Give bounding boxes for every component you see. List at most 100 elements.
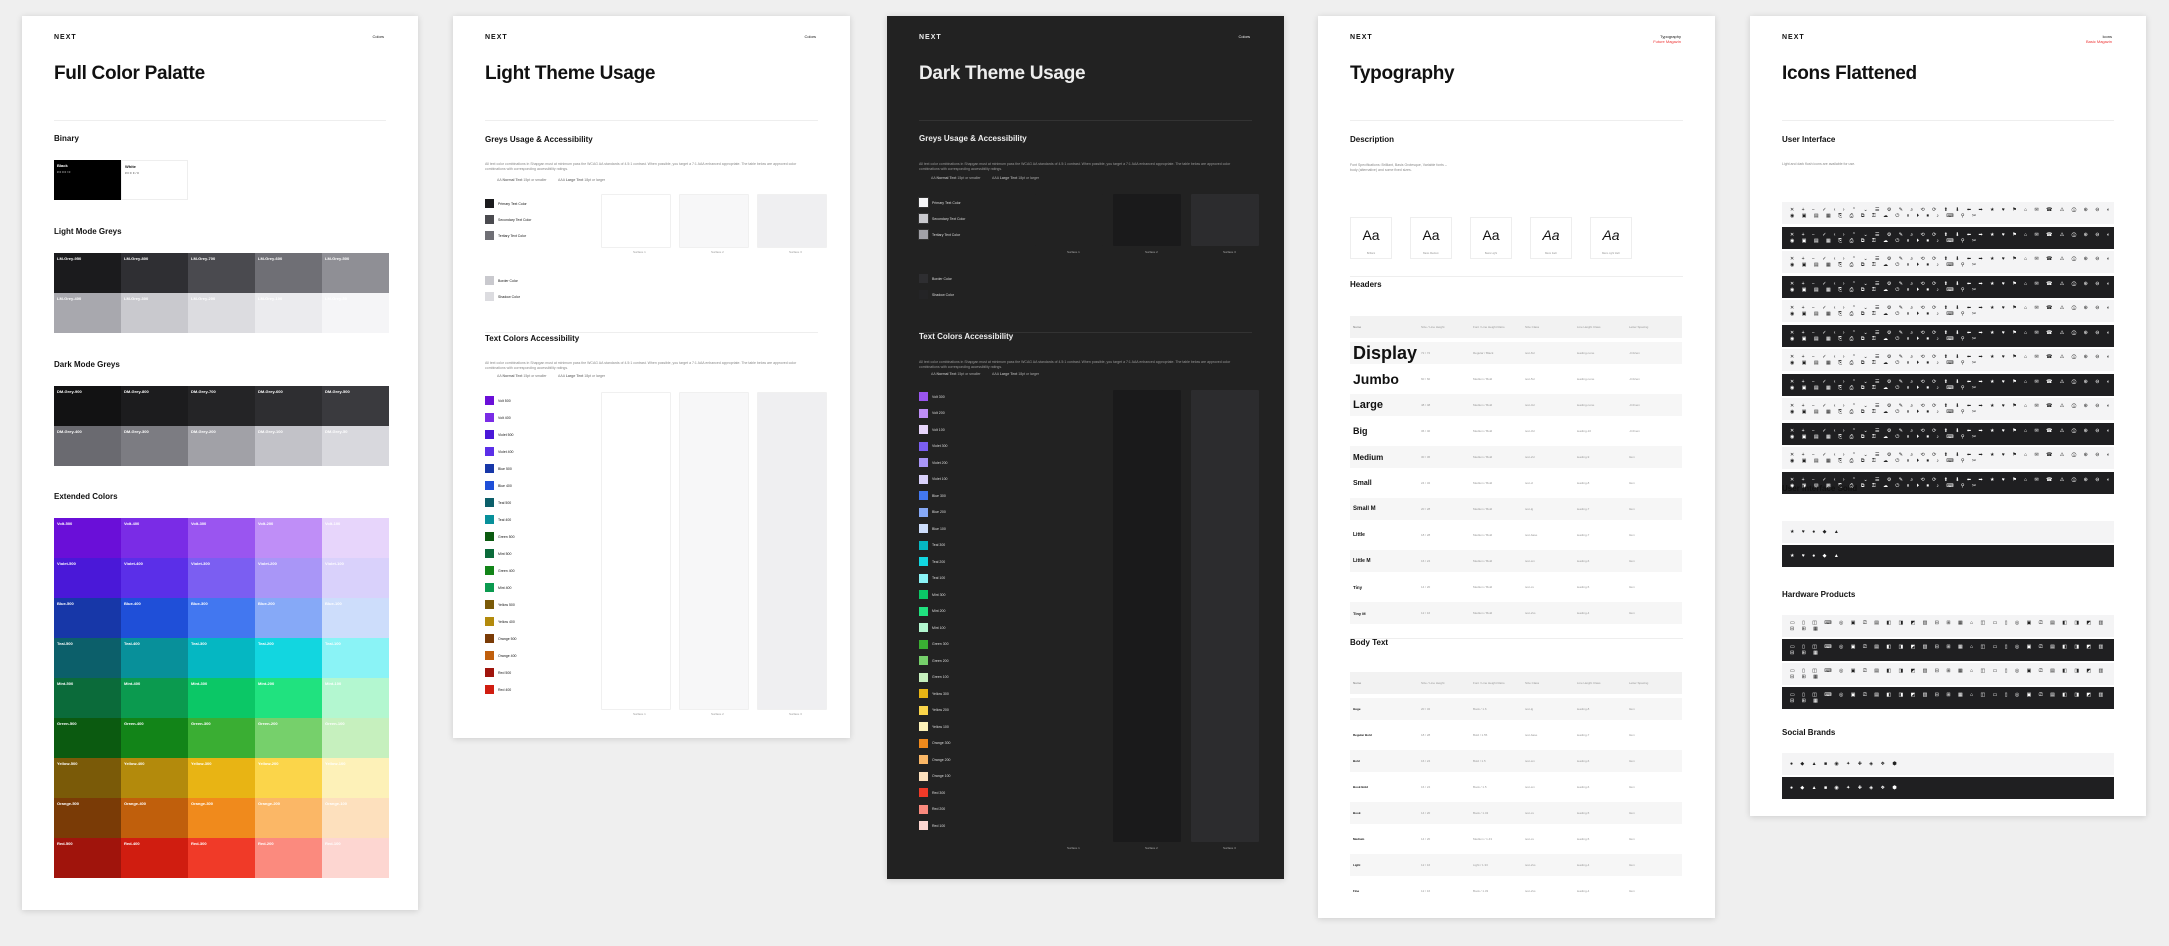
usage-label: Teal 500 [498, 500, 512, 505]
color-swatch: Green-100 [322, 718, 389, 758]
usage-label: Violet 100 [932, 477, 948, 481]
usage-row: Primary Text Color [485, 199, 527, 208]
color-swatch: Teal-200 [255, 638, 322, 678]
icon-row: ✕ + − ✓ ‹ › ⌃ ⌄ ☰ ⚙ ✎ ⌕ ⟲ ⟳ ⬆ ⬇ ⬅ ➡ ★ ♥ … [1782, 373, 2114, 396]
usage-label: Blue 400 [498, 483, 512, 488]
usage-row: Mint 400 [485, 583, 511, 592]
divider [919, 120, 1252, 121]
column-header: Font / Line Height Ratio [1473, 325, 1505, 329]
color-swatch: DM-Grey-50 [322, 426, 389, 466]
usage-row: Teal 500 [485, 498, 511, 507]
usage-row: Border Color [919, 274, 952, 283]
swatch-name: White [125, 164, 136, 169]
surface-label: Surface 1 [1067, 250, 1080, 254]
table-row: Tiny M 12 / 16 Medium / Bold text-2xs leadin… [1350, 602, 1682, 624]
type-value: 0em [1629, 733, 1635, 737]
color-swatch: Red-400 [121, 838, 188, 878]
type-name: Medium [1353, 452, 1384, 462]
color-swatch: Volt-300 [188, 518, 255, 558]
usage-row: Orange 300 [919, 738, 951, 748]
color-chip [485, 515, 494, 524]
swatch-value: # F F F / 0 [125, 171, 139, 175]
type-value: -0.02em [1629, 377, 1641, 381]
color-swatch: Blue-500 [54, 598, 121, 638]
icon-glyphs: ▭ ▯ ◫ ⌨ ◎ ▣ ⎚ ▤ ◧ ◨ ◩ ▥ ⊟ ⊞ ▦ ⌂ ◫ ▭ ▯ ◎ … [1790, 620, 2107, 632]
swatch-name: Violet-300 [191, 561, 210, 566]
usage-label: Violet 200 [932, 460, 948, 465]
swatch-name: Teal-300 [191, 641, 207, 646]
color-chip [919, 491, 928, 500]
surface-card [1191, 390, 1259, 842]
type-value: leading-10 [1577, 429, 1592, 433]
icon-row: ★ ♥ ● ◆ ▲ [1782, 545, 2114, 567]
color-chip [919, 738, 928, 748]
icon-glyphs: ✕ + − ✓ ‹ › ⌃ ⌄ ☰ ⚙ ✎ ⌕ ⟲ ⟳ ⬆ ⬇ ⬅ ➡ ★ ♥ … [1790, 452, 2113, 464]
type-value: text-2xs [1525, 863, 1536, 867]
usage-row: Tertiary Text Color [918, 229, 960, 240]
section-title: Extended Colors [54, 492, 118, 501]
color-swatch: Yellow-200 [255, 758, 322, 798]
type-value: 12 / 16 [1421, 889, 1431, 893]
table-row: Book Bold 16 / 24 Book / 1.5 text-sm leading… [1350, 776, 1682, 798]
surface-label: Surface 2 [711, 712, 724, 716]
color-chip [919, 606, 928, 616]
color-swatch: Red-300 [188, 838, 255, 878]
type-value: 0em [1629, 611, 1635, 615]
type-value: leading-8 [1577, 481, 1590, 485]
swatch-name: Teal-500 [57, 641, 73, 646]
swatch-name: Violet-100 [325, 561, 344, 566]
type-value: Book / 1.33 [1473, 889, 1489, 893]
usage-label: Volt 200 [932, 411, 945, 415]
usage-row: Red 300 [919, 788, 945, 797]
type-value: leading-5 [1577, 837, 1590, 841]
icon-row: ● ◆ ▲ ■ ◉ ✦ ✚ ◈ ❖ ⬢ [1782, 753, 2114, 775]
section-title: Social Brands [1782, 728, 1836, 737]
type-value: leading-8 [1577, 707, 1590, 711]
type-value: 48 / 48 [1421, 403, 1431, 407]
table-header-row: Name Size / Line Height Font / Line Height… [1350, 316, 1682, 338]
type-value: 12 / 16 [1421, 863, 1431, 867]
icon-row: ✕ + − ✓ ‹ › ⌃ ⌄ ☰ ⚙ ✎ ⌕ ⟲ ⟳ ⬆ ⬇ ⬅ ➡ ★ ♥ … [1782, 202, 2114, 224]
color-chip [919, 705, 928, 715]
surface-card [1113, 390, 1181, 842]
section-title: Text Colors Accessibility [485, 334, 580, 343]
color-chip [485, 396, 494, 405]
table-row: Little 18 / 28 Medium / Bold text-base leadi… [1350, 524, 1682, 546]
swatch-name: Green-100 [325, 721, 345, 726]
usage-row: Violet 400 [485, 447, 514, 456]
color-swatch: LM-Grey-600 [255, 253, 322, 293]
type-value: leading-6 [1577, 759, 1590, 763]
icon-row: ✕ + − ✓ ‹ › ⌃ ⌄ ☰ ⚙ ✎ ⌕ ⟲ ⟳ ⬆ ⬇ ⬅ ➡ ★ ♥ … [1782, 275, 2114, 298]
color-chip [919, 804, 928, 814]
surface-label: Surface 3 [789, 712, 802, 716]
color-swatch: DM-Grey-600 [255, 386, 322, 426]
icon-row: ✕ + − ✓ ‹ › ⌃ ⌄ ☰ ⚙ ✎ ⌕ ⟲ ⟳ ⬆ ⬇ ⬅ ➡ ★ ♥ … [1782, 300, 2114, 322]
accessibility-note: All text color combinations in Shapgan m… [919, 162, 1231, 171]
swatch-name: Mint-100 [325, 681, 342, 686]
type-value: text-2xl [1525, 455, 1535, 459]
usage-label: Blue 500 [498, 466, 512, 471]
icon-row: ✕ + − ✓ ‹ › ⌃ ⌄ ☰ ⚙ ✎ ⌕ ⟲ ⟳ ⬆ ⬇ ⬅ ➡ ★ ♥ … [1782, 226, 2114, 249]
usage-row: Blue 400 [485, 481, 512, 490]
usage-label: Green 400 [498, 568, 515, 573]
color-chip [919, 689, 928, 698]
type-value: text-2xs [1525, 611, 1536, 615]
icon-glyphs: ● ◆ ▲ ■ ◉ ✦ ✚ ◈ ❖ ⬢ [1790, 785, 1900, 791]
section-title: Greys Usage & Accessibility [919, 134, 1027, 143]
color-chip [919, 392, 928, 401]
surface-card [1035, 194, 1103, 246]
usage-row: Blue 100 [919, 524, 946, 533]
color-chip [485, 549, 494, 558]
color-swatch: Yellow-500 [54, 758, 121, 798]
table-row: Big 36 / 40 Medium / Bold text-3xl leading-1… [1350, 420, 1682, 442]
column-header: Name [1353, 325, 1362, 329]
usage-label: Mint 200 [932, 609, 946, 613]
usage-row: Green 500 [485, 532, 515, 541]
swatch-name: Mint-400 [124, 681, 141, 686]
divider [485, 120, 818, 121]
usage-label: Red 300 [932, 790, 946, 795]
column-header: Line Height Class [1577, 681, 1601, 685]
page-title: Dark Theme Usage [919, 63, 1086, 84]
light-theme-artboard: NEXT Colors Light Theme Usage Greys Usag… [453, 16, 850, 738]
color-swatch: Violet-400 [121, 558, 188, 598]
